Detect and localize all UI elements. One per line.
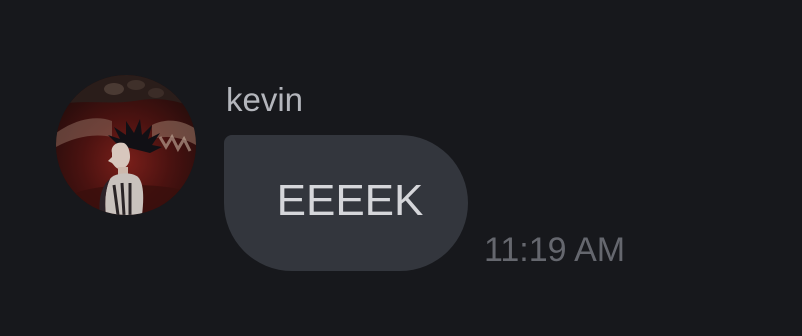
message-timestamp: 11:19 AM [484,231,626,269]
chat-screen: kevin EEEEK 11:19 AM [0,0,802,336]
sender-name[interactable]: kevin [226,80,303,120]
message-text: EEEEK [276,176,424,225]
avatar[interactable] [56,75,196,215]
chat-message: kevin EEEEK 11:19 AM [0,0,802,336]
message-bubble[interactable]: EEEEK [224,135,468,271]
user-avatar-photo-icon [56,75,196,215]
